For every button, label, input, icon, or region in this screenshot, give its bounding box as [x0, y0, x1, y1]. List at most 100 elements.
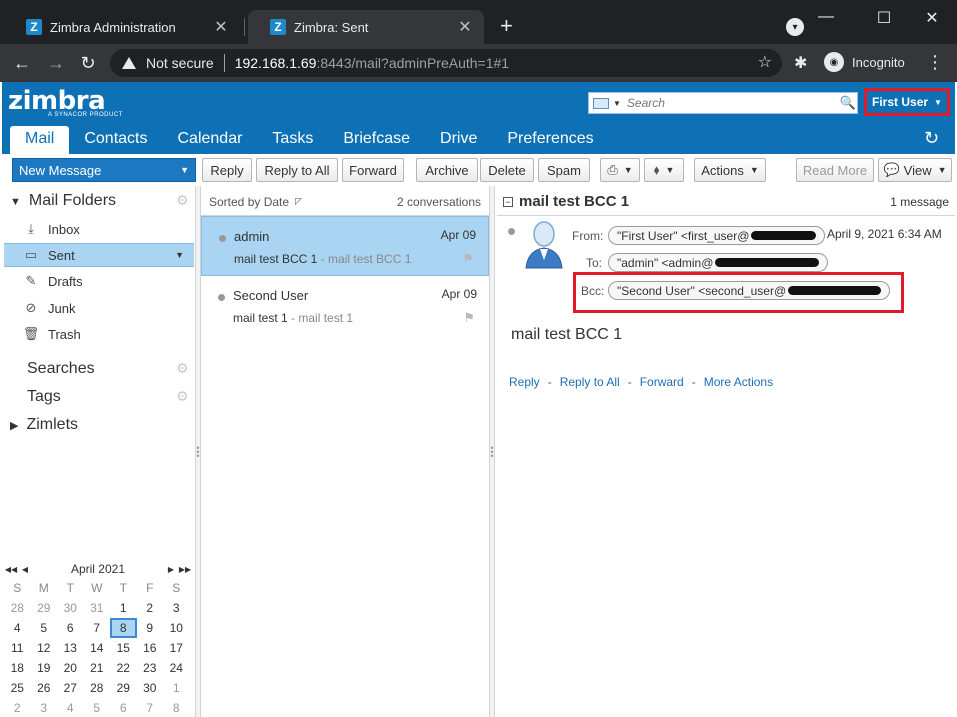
tab-calendar[interactable]: Calendar — [162, 126, 257, 154]
new-message-button[interactable]: New Message ▼ — [12, 158, 196, 182]
calendar-day[interactable]: 19 — [31, 658, 58, 678]
back-icon[interactable]: ← — [10, 52, 34, 74]
chevron-down-icon[interactable]: ▼ — [180, 165, 189, 175]
unread-dot-icon[interactable] — [219, 235, 226, 242]
incognito-indicator[interactable]: ◉ Incognito — [824, 52, 905, 72]
calendar-day[interactable]: 3 — [163, 598, 190, 618]
calendar-day[interactable]: 3 — [31, 698, 58, 717]
tab-tasks[interactable]: Tasks — [257, 126, 328, 154]
calendar-day[interactable]: 6 — [57, 618, 84, 638]
tab-preferences[interactable]: Preferences — [492, 126, 608, 154]
zimlets-header[interactable]: ▶ Zimlets — [10, 416, 78, 434]
calendar-day[interactable]: 29 — [31, 598, 58, 618]
actions-button[interactable]: Actions ▼ — [694, 158, 766, 182]
archive-button[interactable]: Archive — [416, 158, 478, 182]
sidebar-item-sent[interactable]: ▭ Sent ▼ — [4, 243, 194, 267]
tab-drive[interactable]: Drive — [425, 126, 492, 154]
calendar-day[interactable]: 28 — [4, 598, 31, 618]
calendar-day[interactable]: 4 — [4, 618, 31, 638]
calendar-day[interactable]: 30 — [57, 598, 84, 618]
prev-year-icon[interactable]: ◀◀ — [4, 565, 18, 574]
search-type-dropdown-icon[interactable]: ▼ — [613, 99, 621, 108]
calendar-day[interactable]: 5 — [31, 618, 58, 638]
zimbra-logo[interactable]: zimbra A SYNACOR PRODUCT — [8, 88, 123, 118]
tab-contacts[interactable]: Contacts — [69, 126, 162, 154]
tab-search-icon[interactable]: ▾ — [786, 18, 804, 36]
sidebar-item-trash[interactable]: 🗑 Trash — [4, 322, 194, 346]
calendar-day[interactable]: 29 — [110, 678, 137, 698]
calendar-day[interactable]: 17 — [163, 638, 190, 658]
calendar-day[interactable]: 31 — [84, 598, 111, 618]
browser-tab-zimbra-sent[interactable]: Z Zimbra: Sent ✕ — [248, 10, 484, 44]
calendar-day[interactable]: 7 — [84, 618, 111, 638]
spam-button[interactable]: Spam — [538, 158, 590, 182]
minimize-icon[interactable]: — — [814, 8, 838, 26]
to-address[interactable]: "admin" <admin@ — [608, 253, 828, 272]
list-item[interactable]: Second User Apr 09 mail test 1 - mail te… — [201, 276, 489, 336]
search-icon[interactable]: 🔍 — [839, 95, 857, 111]
calendar-day[interactable]: 22 — [110, 658, 137, 678]
print-button[interactable]: ⎙ ▼ — [600, 158, 640, 182]
sidebar-item-drafts[interactable]: ✎ Drafts — [4, 269, 194, 293]
splitter-grip-icon[interactable]: • • • — [489, 444, 495, 461]
list-item[interactable]: admin Apr 09 mail test BCC 1 - mail test… — [201, 216, 489, 276]
sidebar-item-junk[interactable]: ⊘ Junk — [4, 296, 194, 320]
bcc-address[interactable]: "Second User" <second_user@ — [608, 281, 890, 300]
envelope-icon[interactable] — [593, 97, 609, 109]
tab-briefcase[interactable]: Briefcase — [328, 126, 425, 154]
searches-header[interactable]: Searches — [27, 360, 95, 378]
reply-link[interactable]: Reply — [509, 375, 540, 389]
reply-button[interactable]: Reply — [202, 158, 252, 182]
calendar-day[interactable]: 5 — [84, 698, 111, 717]
more-actions-link[interactable]: More Actions — [704, 375, 773, 389]
calendar-day[interactable]: 18 — [4, 658, 31, 678]
calendar-day[interactable]: 14 — [84, 638, 111, 658]
mail-folders-header[interactable]: ▼ Mail Folders — [10, 192, 116, 210]
reply-all-link[interactable]: Reply to All — [560, 375, 620, 389]
calendar-day[interactable]: 28 — [84, 678, 111, 698]
read-more-button[interactable]: Read More — [796, 158, 874, 182]
forward-icon[interactable]: → — [44, 52, 68, 74]
calendar-day[interactable]: 1 — [110, 598, 137, 618]
reply-all-button[interactable]: Reply to All — [256, 158, 338, 182]
calendar-day[interactable]: 8 — [163, 698, 190, 717]
gear-icon[interactable]: ⚙ — [176, 192, 189, 209]
maximize-icon[interactable]: ☐ — [872, 8, 896, 28]
sidebar-item-inbox[interactable]: ⤓ Inbox — [4, 217, 194, 241]
bookmark-star-icon[interactable]: ☆ — [758, 52, 772, 72]
calendar-day[interactable]: 1 — [163, 678, 190, 698]
browser-menu-icon[interactable]: ⋮ — [926, 52, 944, 73]
user-menu-button[interactable]: First User ▼ — [864, 88, 950, 116]
calendar-day[interactable]: 24 — [163, 658, 190, 678]
calendar-day[interactable]: 26 — [31, 678, 58, 698]
chevron-down-icon[interactable]: ▼ — [175, 250, 184, 260]
flag-icon[interactable]: ⚑ — [463, 310, 475, 326]
search-input[interactable] — [626, 96, 839, 110]
calendar-day[interactable]: 20 — [57, 658, 84, 678]
tag-button[interactable]: ⬧ ▼ — [644, 158, 684, 182]
calendar-day[interactable]: 12 — [31, 638, 58, 658]
calendar-day[interactable]: 7 — [137, 698, 164, 717]
sort-label[interactable]: Sorted by Date — [209, 195, 289, 209]
gear-icon[interactable]: ⚙ — [176, 388, 189, 405]
calendar-day[interactable]: 25 — [4, 678, 31, 698]
calendar-day[interactable]: 9 — [137, 618, 164, 638]
calendar-day[interactable]: 2 — [4, 698, 31, 717]
tags-header[interactable]: Tags — [27, 388, 61, 406]
new-tab-button[interactable]: + — [500, 14, 513, 38]
from-address[interactable]: "First User" <first_user@ — [608, 226, 825, 245]
calendar-day[interactable]: 30 — [137, 678, 164, 698]
calendar-day[interactable]: 21 — [84, 658, 111, 678]
close-tab-icon[interactable]: ✕ — [212, 17, 230, 37]
delete-button[interactable]: Delete — [480, 158, 534, 182]
close-window-icon[interactable]: ✕ — [920, 8, 944, 28]
view-button[interactable]: 💬 View ▼ — [878, 158, 952, 182]
sort-direction-icon[interactable]: ◸ — [295, 196, 302, 207]
calendar-day[interactable]: 16 — [137, 638, 164, 658]
browser-tab-zimbra-admin[interactable]: Z Zimbra Administration ✕ — [4, 10, 240, 44]
flag-icon[interactable]: ⚑ — [462, 251, 474, 267]
unread-dot-icon[interactable] — [218, 294, 225, 301]
close-tab-icon[interactable]: ✕ — [456, 17, 474, 37]
calendar-day[interactable]: 6 — [110, 698, 137, 717]
calendar-day[interactable]: 15 — [110, 638, 137, 658]
